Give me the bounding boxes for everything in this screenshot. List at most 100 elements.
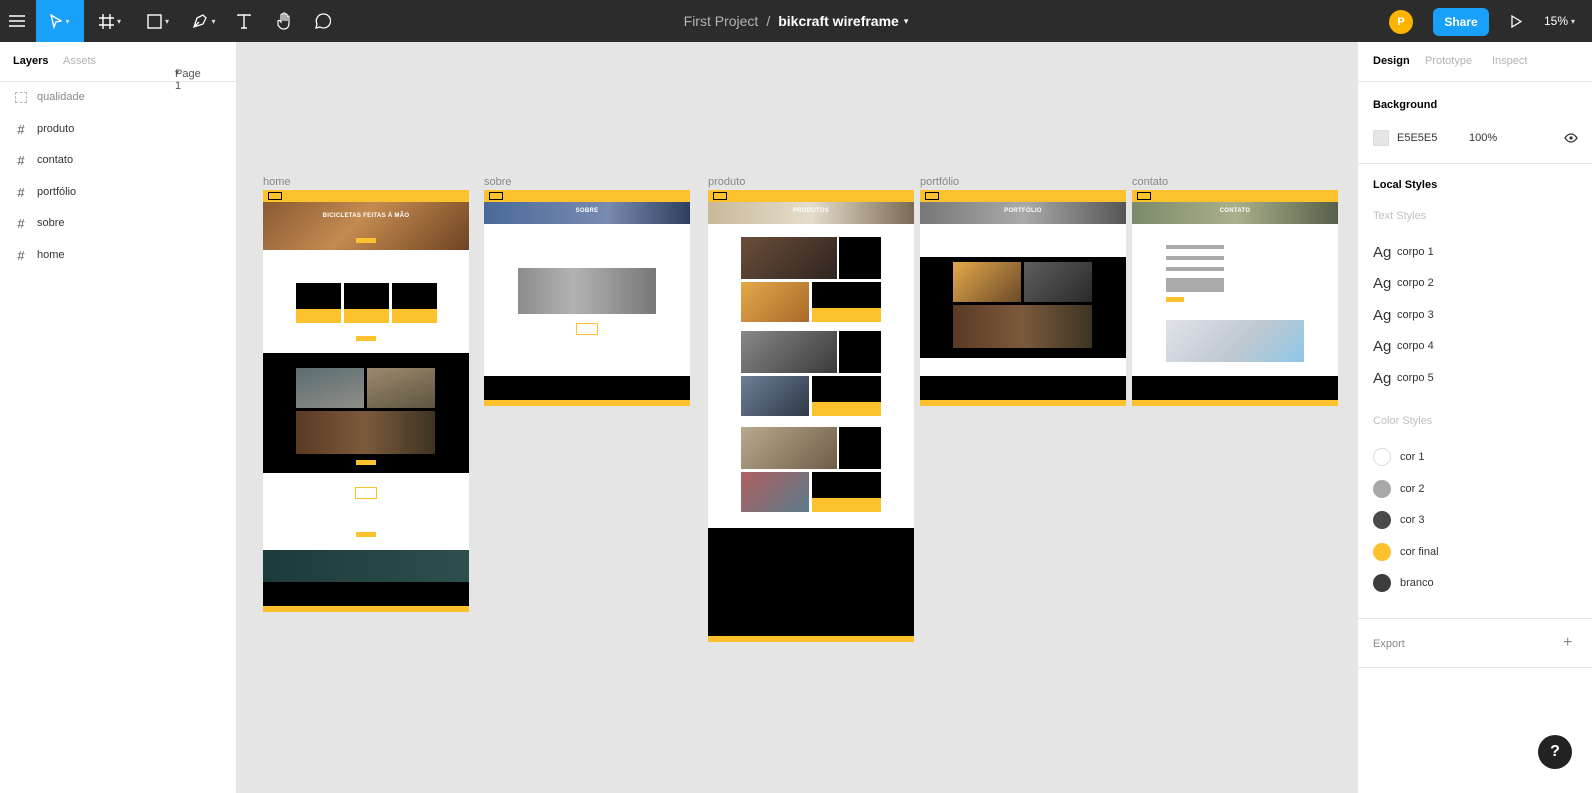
text-style-item[interactable]: Ag corpo 5 — [1373, 366, 1434, 390]
toolbar: ▾ ▾ ▾ ▾ First Project / bikcraft wirefra… — [0, 0, 1592, 42]
color-style-item[interactable]: cor final — [1373, 540, 1439, 564]
text-styles-title: Text Styles — [1373, 210, 1427, 222]
tab-layers[interactable]: Layers — [13, 55, 48, 67]
product-details — [812, 282, 881, 308]
help-button[interactable]: ? — [1538, 735, 1572, 769]
site-footer — [484, 376, 690, 400]
project-name[interactable]: First Project — [684, 13, 759, 29]
map-image — [1166, 320, 1304, 362]
file-name[interactable]: bikcraft wireframe — [778, 13, 899, 29]
text-icon — [237, 13, 251, 29]
frame-icon: # — [17, 247, 25, 263]
comment-tool-button[interactable] — [308, 0, 338, 42]
chevron-down-icon[interactable]: ▾ — [904, 16, 909, 27]
layer-item-produto[interactable]: # produto — [0, 114, 237, 144]
text-style-item[interactable]: Ag corpo 2 — [1373, 271, 1434, 295]
layer-item-portfolio[interactable]: # portfólio — [0, 177, 237, 207]
tab-prototype[interactable]: Prototype — [1425, 55, 1472, 67]
layer-label: produto — [37, 123, 75, 135]
right-panel-tabs: Design Prototype Inspect — [1358, 42, 1592, 82]
frame-sobre[interactable]: SOBRE — [484, 190, 690, 406]
section-button — [356, 336, 376, 341]
rectangle-icon — [147, 13, 162, 29]
divider — [1358, 163, 1592, 164]
product-table — [812, 498, 881, 512]
product-icon-box — [839, 427, 881, 469]
layer-label: home — [37, 249, 65, 261]
pen-tool-button[interactable]: ▾ — [184, 0, 224, 42]
footer-bar — [920, 400, 1126, 406]
text-style-item[interactable]: Ag corpo 3 — [1373, 303, 1434, 327]
color-style-label: cor 2 — [1400, 483, 1425, 495]
local-styles-title: Local Styles — [1373, 179, 1438, 191]
frame-label-sobre[interactable]: sobre — [484, 176, 512, 188]
tab-assets[interactable]: Assets — [63, 55, 96, 67]
frame-label-produto[interactable]: produto — [708, 176, 745, 188]
footer-bar — [1132, 400, 1338, 406]
color-style-item[interactable]: cor 2 — [1373, 477, 1424, 501]
background-hex-input[interactable]: E5E5E5 — [1397, 132, 1437, 144]
frame-tool-button[interactable]: ▾ — [90, 0, 130, 42]
hamburger-icon — [9, 15, 25, 27]
tab-design[interactable]: Design — [1373, 55, 1410, 67]
quality-logo — [355, 487, 377, 499]
layers-panel: Layers Assets Page 1 ▾ qualidade # produ… — [0, 42, 237, 793]
footer-bar — [708, 636, 914, 642]
form-field — [1166, 267, 1224, 271]
about-photo — [518, 268, 656, 314]
color-swatch — [1373, 480, 1391, 498]
text-style-icon: Ag — [1373, 306, 1392, 324]
design-panel: Design Prototype Inspect Background E5E5… — [1357, 42, 1592, 793]
visibility-toggle[interactable] — [1564, 132, 1578, 146]
zoom-dropdown[interactable]: 15% ▾ — [1544, 0, 1575, 42]
text-tool-button[interactable] — [230, 0, 258, 42]
color-style-item[interactable]: cor 1 — [1373, 445, 1424, 469]
color-style-item[interactable]: branco — [1373, 571, 1434, 595]
frame-label-contato[interactable]: contato — [1132, 176, 1168, 188]
order-form-section — [708, 528, 914, 636]
share-button[interactable]: Share — [1433, 8, 1489, 36]
product-icon-box — [839, 237, 881, 279]
hand-tool-button[interactable] — [270, 0, 300, 42]
product-table — [812, 308, 881, 322]
avatar[interactable]: P — [1389, 10, 1413, 34]
logo — [1137, 192, 1151, 200]
text-style-item[interactable]: Ag corpo 1 — [1373, 240, 1434, 264]
move-tool-button[interactable]: ▾ — [36, 0, 84, 42]
tab-inspect[interactable]: Inspect — [1492, 55, 1527, 67]
layer-item-qualidade[interactable]: qualidade — [0, 82, 237, 112]
frame-home[interactable]: BICICLETAS FEITAS À MÃO — [263, 190, 469, 612]
color-swatch — [1373, 511, 1391, 529]
background-opacity-input[interactable]: 100% — [1469, 132, 1497, 144]
product-table — [812, 402, 881, 416]
frame-label-home[interactable]: home — [263, 176, 291, 188]
main-menu-button[interactable] — [0, 0, 34, 42]
divider — [1358, 667, 1592, 668]
frame-contato[interactable]: CONTATO — [1132, 190, 1338, 406]
shape-tool-button[interactable]: ▾ — [138, 0, 178, 42]
layer-item-sobre[interactable]: # sobre — [0, 208, 237, 238]
frame-icon: # — [17, 215, 25, 231]
background-color-swatch[interactable] — [1373, 130, 1389, 146]
export-section-title: Export — [1373, 638, 1405, 650]
color-style-item[interactable]: cor 3 — [1373, 508, 1424, 532]
present-button[interactable] — [1502, 0, 1530, 42]
frame-icon: # — [17, 121, 25, 137]
layer-label: contato — [37, 154, 74, 166]
logo — [925, 192, 939, 200]
text-style-item[interactable]: Ag corpo 4 — [1373, 334, 1434, 358]
plus-icon: + — [1563, 634, 1573, 651]
hand-icon — [277, 12, 290, 30]
color-styles-title: Color Styles — [1373, 415, 1433, 427]
zoom-level: 15% — [1544, 14, 1569, 28]
logo — [713, 192, 727, 200]
quality-button — [356, 532, 376, 537]
add-export-button[interactable]: + — [1563, 634, 1572, 652]
frame-label-portfolio[interactable]: portfólio — [920, 176, 959, 188]
product-details — [812, 472, 881, 498]
frame-portfolio[interactable]: PORTFÓLIO — [920, 190, 1126, 406]
layer-item-contato[interactable]: # contato — [0, 145, 237, 175]
frame-produto[interactable]: PRODUTOS — [708, 190, 914, 642]
text-style-icon: Ag — [1373, 337, 1392, 355]
layer-item-home[interactable]: # home — [0, 240, 237, 270]
